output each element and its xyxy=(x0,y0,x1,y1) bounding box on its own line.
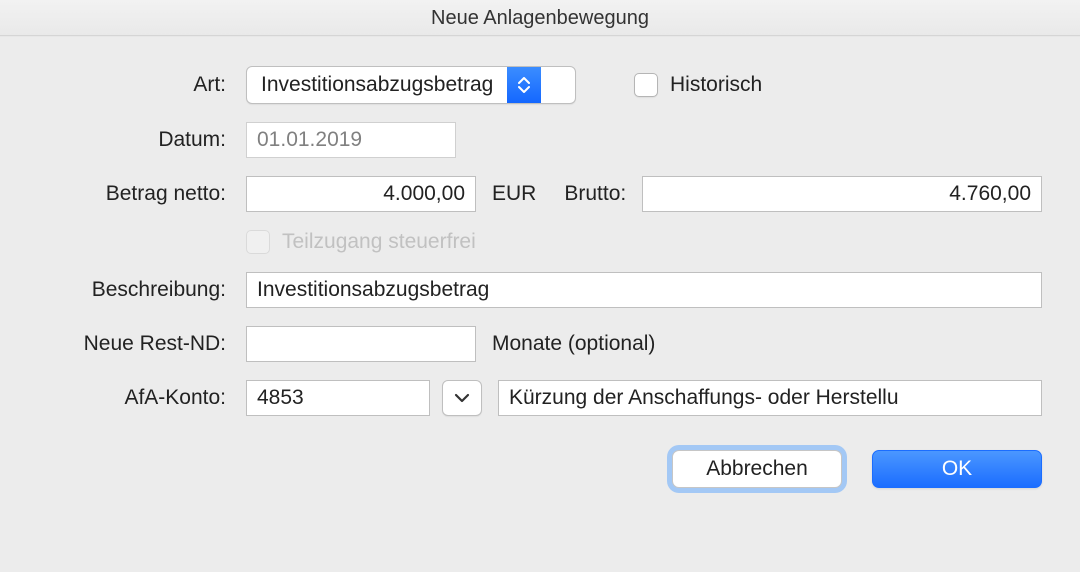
chevron-down-icon xyxy=(454,393,470,403)
afa-konto-text[interactable] xyxy=(498,380,1042,416)
historisch-checkbox[interactable]: Historisch xyxy=(634,73,762,97)
afa-konto-picker-button[interactable] xyxy=(442,380,482,416)
label-beschreibung: Beschreibung: xyxy=(38,278,246,302)
label-betrag-netto: Betrag netto: xyxy=(38,182,246,206)
cancel-button-label: Abbrechen xyxy=(706,457,808,481)
label-afa-konto: AfA-Konto: xyxy=(38,386,246,410)
afa-konto-input[interactable] xyxy=(246,380,430,416)
label-art: Art: xyxy=(38,73,246,97)
datum-field xyxy=(246,122,456,158)
checkbox-box-icon xyxy=(246,230,270,254)
art-select-value: Investitionsabzugsbetrag xyxy=(247,67,507,103)
label-rest-nd: Neue Rest-ND: xyxy=(38,332,246,356)
teilzugang-label: Teilzugang steuerfrei xyxy=(282,230,476,254)
select-arrows-icon xyxy=(507,67,541,103)
rest-nd-input[interactable] xyxy=(246,326,476,362)
currency-label: EUR xyxy=(492,182,536,206)
label-datum: Datum: xyxy=(38,128,246,152)
monate-label: Monate (optional) xyxy=(492,332,655,356)
cancel-button[interactable]: Abbrechen xyxy=(672,450,842,488)
ok-button[interactable]: OK xyxy=(872,450,1042,488)
ok-button-label: OK xyxy=(942,457,972,481)
checkbox-box-icon xyxy=(634,73,658,97)
brutto-input[interactable] xyxy=(642,176,1042,212)
teilzugang-checkbox: Teilzugang steuerfrei xyxy=(246,230,476,254)
window-titlebar: Neue Anlagenbewegung xyxy=(0,0,1080,36)
art-select[interactable]: Investitionsabzugsbetrag xyxy=(246,66,576,104)
beschreibung-input[interactable] xyxy=(246,272,1042,308)
label-brutto: Brutto: xyxy=(564,182,626,206)
historisch-label: Historisch xyxy=(670,73,762,97)
netto-input[interactable] xyxy=(246,176,476,212)
